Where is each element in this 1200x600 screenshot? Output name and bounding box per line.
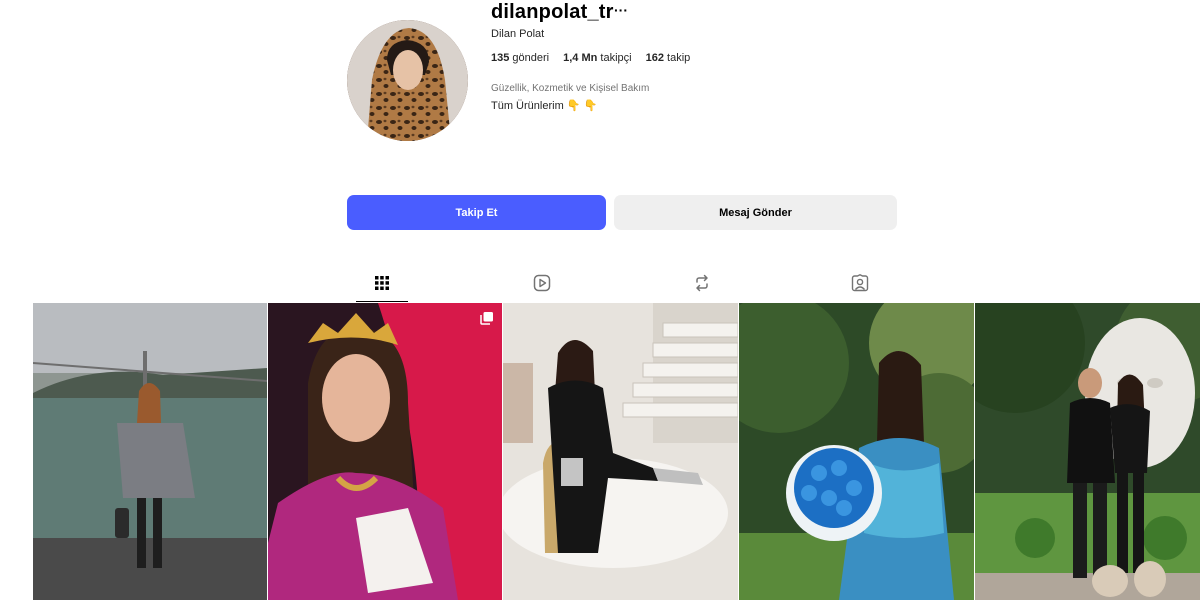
posts-label: gönderi (512, 52, 550, 64)
profile-category: Güzellik, Kozmetik ve Kişisel Bakım (491, 83, 650, 94)
tab-reposts[interactable] (676, 264, 728, 302)
profile-avatar[interactable] (347, 20, 468, 141)
post-tile[interactable] (975, 303, 1200, 600)
post-tile[interactable] (268, 303, 502, 600)
post-image (268, 303, 502, 600)
post-image (739, 303, 974, 600)
posts-grid (33, 303, 1200, 600)
profile-full-name: Dilan Polat (491, 28, 545, 40)
tab-posts[interactable] (356, 264, 408, 302)
followers-count: 1,4 Mn (563, 52, 598, 64)
follow-button[interactable]: Takip Et (347, 195, 606, 230)
post-image (33, 303, 267, 600)
more-options-icon[interactable]: ··· (614, 0, 628, 20)
repost-icon (696, 274, 708, 292)
post-image (503, 303, 738, 600)
following-stat[interactable]: 162 takip (646, 52, 691, 64)
post-tile[interactable] (33, 303, 267, 600)
followers-stat[interactable]: 1,4 Mn takipçi (563, 52, 631, 64)
posts-stat: 135 gönderi (491, 52, 549, 64)
profile-stats: 135 gönderi 1,4 Mn takipçi 162 takip (491, 52, 690, 64)
posts-count: 135 (491, 52, 510, 64)
profile-tabs (0, 264, 1200, 302)
following-label: takip (667, 52, 691, 64)
followers-label: takipçi (600, 52, 632, 64)
profile-bio: Tüm Ürünlerim 👇 👇 (491, 100, 598, 112)
message-button[interactable]: Mesaj Gönder (614, 195, 897, 230)
tagged-icon (851, 274, 869, 292)
post-tile[interactable] (503, 303, 738, 600)
tab-tagged[interactable] (834, 264, 886, 302)
post-tile[interactable] (739, 303, 974, 600)
following-count: 162 (645, 52, 664, 64)
grid-icon (375, 275, 389, 290)
multi-photo-icon (480, 312, 493, 325)
post-image (975, 303, 1200, 600)
tab-reels[interactable] (516, 264, 568, 302)
reels-icon (533, 274, 551, 292)
profile-username: dilanpolat_tr (491, 1, 614, 23)
